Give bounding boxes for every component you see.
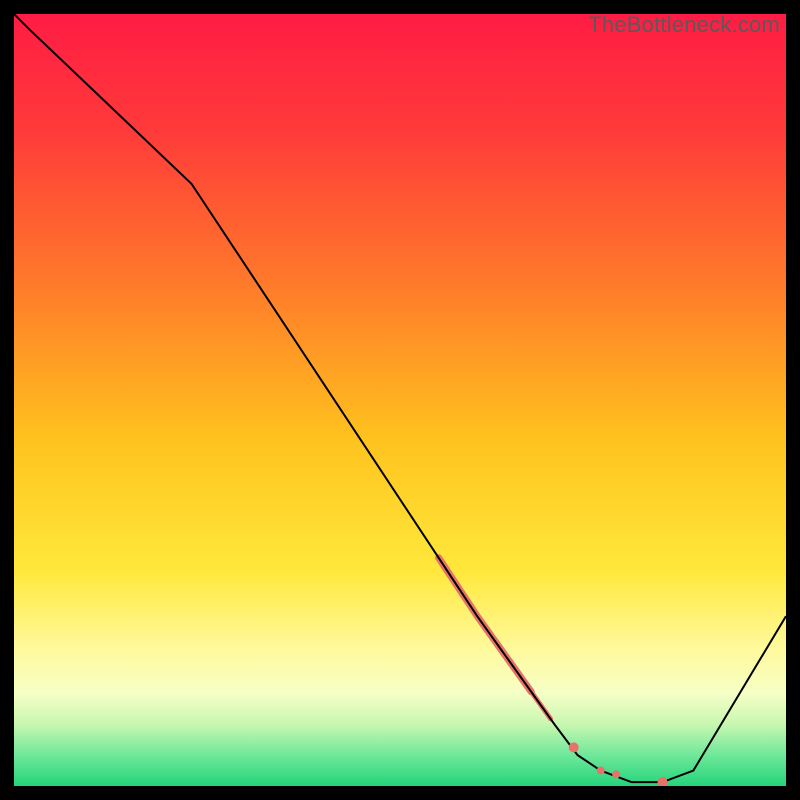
highlight-point [569, 742, 579, 752]
watermark-text: TheBottleneck.com [588, 12, 780, 38]
bottleneck-curve-chart [14, 14, 786, 786]
chart-background [14, 14, 786, 786]
chart-frame: TheBottleneck.com [14, 14, 786, 786]
highlight-point [612, 770, 620, 778]
highlight-point [597, 767, 605, 775]
